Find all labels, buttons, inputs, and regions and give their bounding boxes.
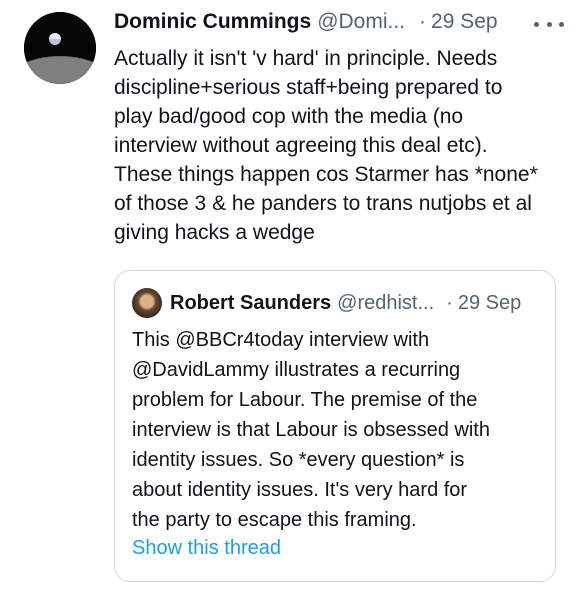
earthrise-image [24, 12, 96, 84]
author-handle[interactable]: @Domi... [317, 10, 405, 34]
quoted-author-handle: @redhist... [337, 291, 435, 314]
author-avatar[interactable] [24, 12, 96, 84]
header-separator: · [419, 10, 427, 33]
more-options-icon[interactable] [534, 14, 564, 34]
quoted-author-name: Robert Saunders [170, 291, 332, 314]
tweet-content: Dominic Cummings @Domi... · 29 Sep Actua… [114, 10, 564, 247]
quoted-tweet-text: This @BBCr4today interview with @DavidLa… [132, 329, 490, 531]
quoted-author-avatar [132, 288, 162, 318]
show-thread-link[interactable]: Show this thread [132, 537, 281, 560]
quoted-tweet-card[interactable]: Robert Saunders @redhist... · 29 Sep Thi… [114, 270, 556, 582]
quoted-header-separator: · [446, 291, 453, 314]
more-dot [559, 21, 564, 27]
tweet-header: Dominic Cummings @Domi... · 29 Sep [114, 10, 564, 40]
quoted-tweet-date: 29 Sep [457, 291, 522, 314]
quoted-tweet-header: Robert Saunders @redhist... · 29 Sep [132, 288, 521, 318]
tweet-date[interactable]: 29 Sep [431, 10, 498, 34]
tweet-text: Actually it isn't 'v hard' in principle.… [114, 47, 538, 244]
more-dot [546, 21, 552, 27]
more-dot [534, 21, 539, 27]
tweet[interactable]: Dominic Cummings @Domi... · 29 Sep Actua… [0, 0, 583, 600]
author-name[interactable]: Dominic Cummings [114, 10, 311, 34]
